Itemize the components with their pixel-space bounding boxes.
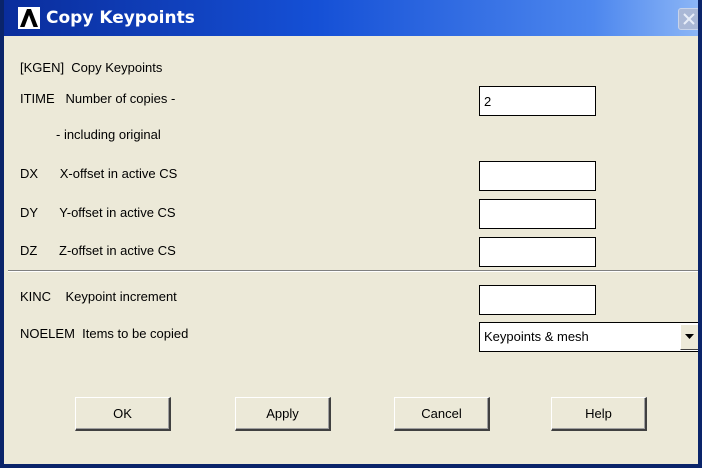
chevron-down-icon [685, 334, 694, 339]
cancel-button[interactable]: Cancel [394, 397, 490, 431]
close-icon[interactable] [678, 8, 698, 30]
itime-label: ITIME Number of copies - [20, 91, 176, 106]
ok-button[interactable]: OK [75, 397, 171, 431]
kinc-label: KINC Keypoint increment [20, 289, 177, 304]
copy-keypoints-dialog: Copy Keypoints [KGEN] Copy Keypoints ITI… [0, 0, 702, 468]
dz-label: DZ Z-offset in active CS [20, 243, 176, 258]
command-header: [KGEN] Copy Keypoints [20, 60, 163, 75]
title-bar[interactable]: Copy Keypoints [4, 0, 698, 36]
dy-input[interactable] [479, 199, 596, 229]
window-title: Copy Keypoints [46, 8, 195, 28]
help-button[interactable]: Help [551, 397, 647, 431]
itime-input[interactable] [479, 86, 596, 116]
dx-input[interactable] [479, 161, 596, 191]
dy-label: DY Y-offset in active CS [20, 205, 176, 220]
kinc-input[interactable] [479, 285, 596, 315]
noelem-select[interactable]: Keypoints & mesh [479, 322, 698, 352]
ansys-logo-icon [18, 7, 40, 29]
noelem-label: NOELEM Items to be copied [20, 326, 189, 341]
dx-label: DX X-offset in active CS [20, 166, 178, 181]
dz-input[interactable] [479, 237, 596, 267]
noelem-selected-value: Keypoints & mesh [484, 329, 589, 344]
section-divider [8, 270, 698, 272]
itime-note: - including original [56, 127, 161, 142]
apply-button[interactable]: Apply [235, 397, 331, 431]
dropdown-arrow-button[interactable] [680, 324, 698, 350]
